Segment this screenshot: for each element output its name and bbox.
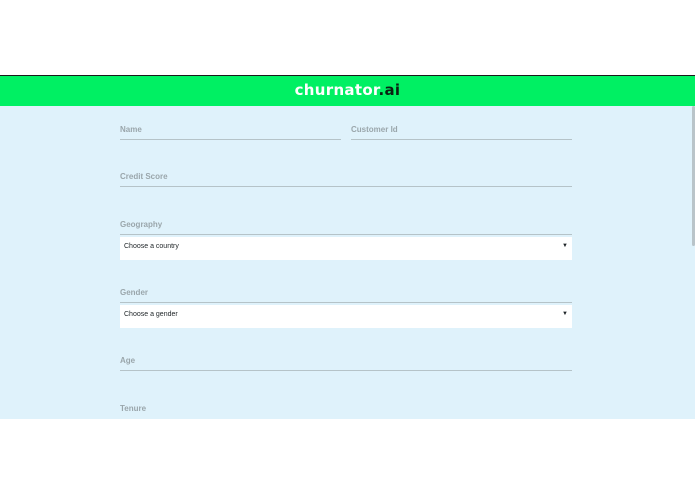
app-header: churnator.ai: [0, 75, 695, 106]
gender-label: Gender: [120, 288, 149, 297]
name-underline: [120, 139, 341, 140]
customer-id-label: Customer Id: [351, 125, 398, 134]
customer-id-field[interactable]: Customer Id: [351, 125, 572, 141]
name-label: Name: [120, 125, 142, 134]
brand-name: churnator: [294, 81, 379, 99]
credit-score-field[interactable]: Credit Score: [120, 172, 572, 188]
gender-select[interactable]: Choose a gender ▼: [120, 305, 572, 328]
geography-underline: [120, 234, 572, 235]
tenure-label: Tenure: [120, 404, 147, 413]
gender-underline: [120, 302, 572, 303]
caret-down-icon: ▼: [562, 243, 568, 249]
gender-selected-value: Choose a gender: [124, 311, 178, 318]
geography-field: Geography Choose a country ▼: [120, 220, 572, 260]
brand-logo[interactable]: churnator.ai: [295, 81, 401, 99]
gender-field: Gender Choose a gender ▼: [120, 288, 572, 328]
age-underline: [120, 370, 572, 371]
geography-select[interactable]: Choose a country ▼: [120, 237, 572, 260]
tenure-field[interactable]: Tenure: [120, 404, 572, 419]
app-window: churnator.ai Name Customer Id Credit Sco…: [0, 75, 695, 419]
age-field[interactable]: Age: [120, 356, 572, 372]
brand-tld: .ai: [378, 81, 401, 99]
caret-down-icon: ▼: [562, 311, 568, 317]
geography-selected-value: Choose a country: [124, 243, 179, 250]
credit-score-label: Credit Score: [120, 172, 168, 181]
name-field[interactable]: Name: [120, 125, 341, 141]
geography-label: Geography: [120, 220, 163, 229]
age-label: Age: [120, 356, 136, 365]
credit-score-underline: [120, 186, 572, 187]
customer-id-underline: [351, 139, 572, 140]
